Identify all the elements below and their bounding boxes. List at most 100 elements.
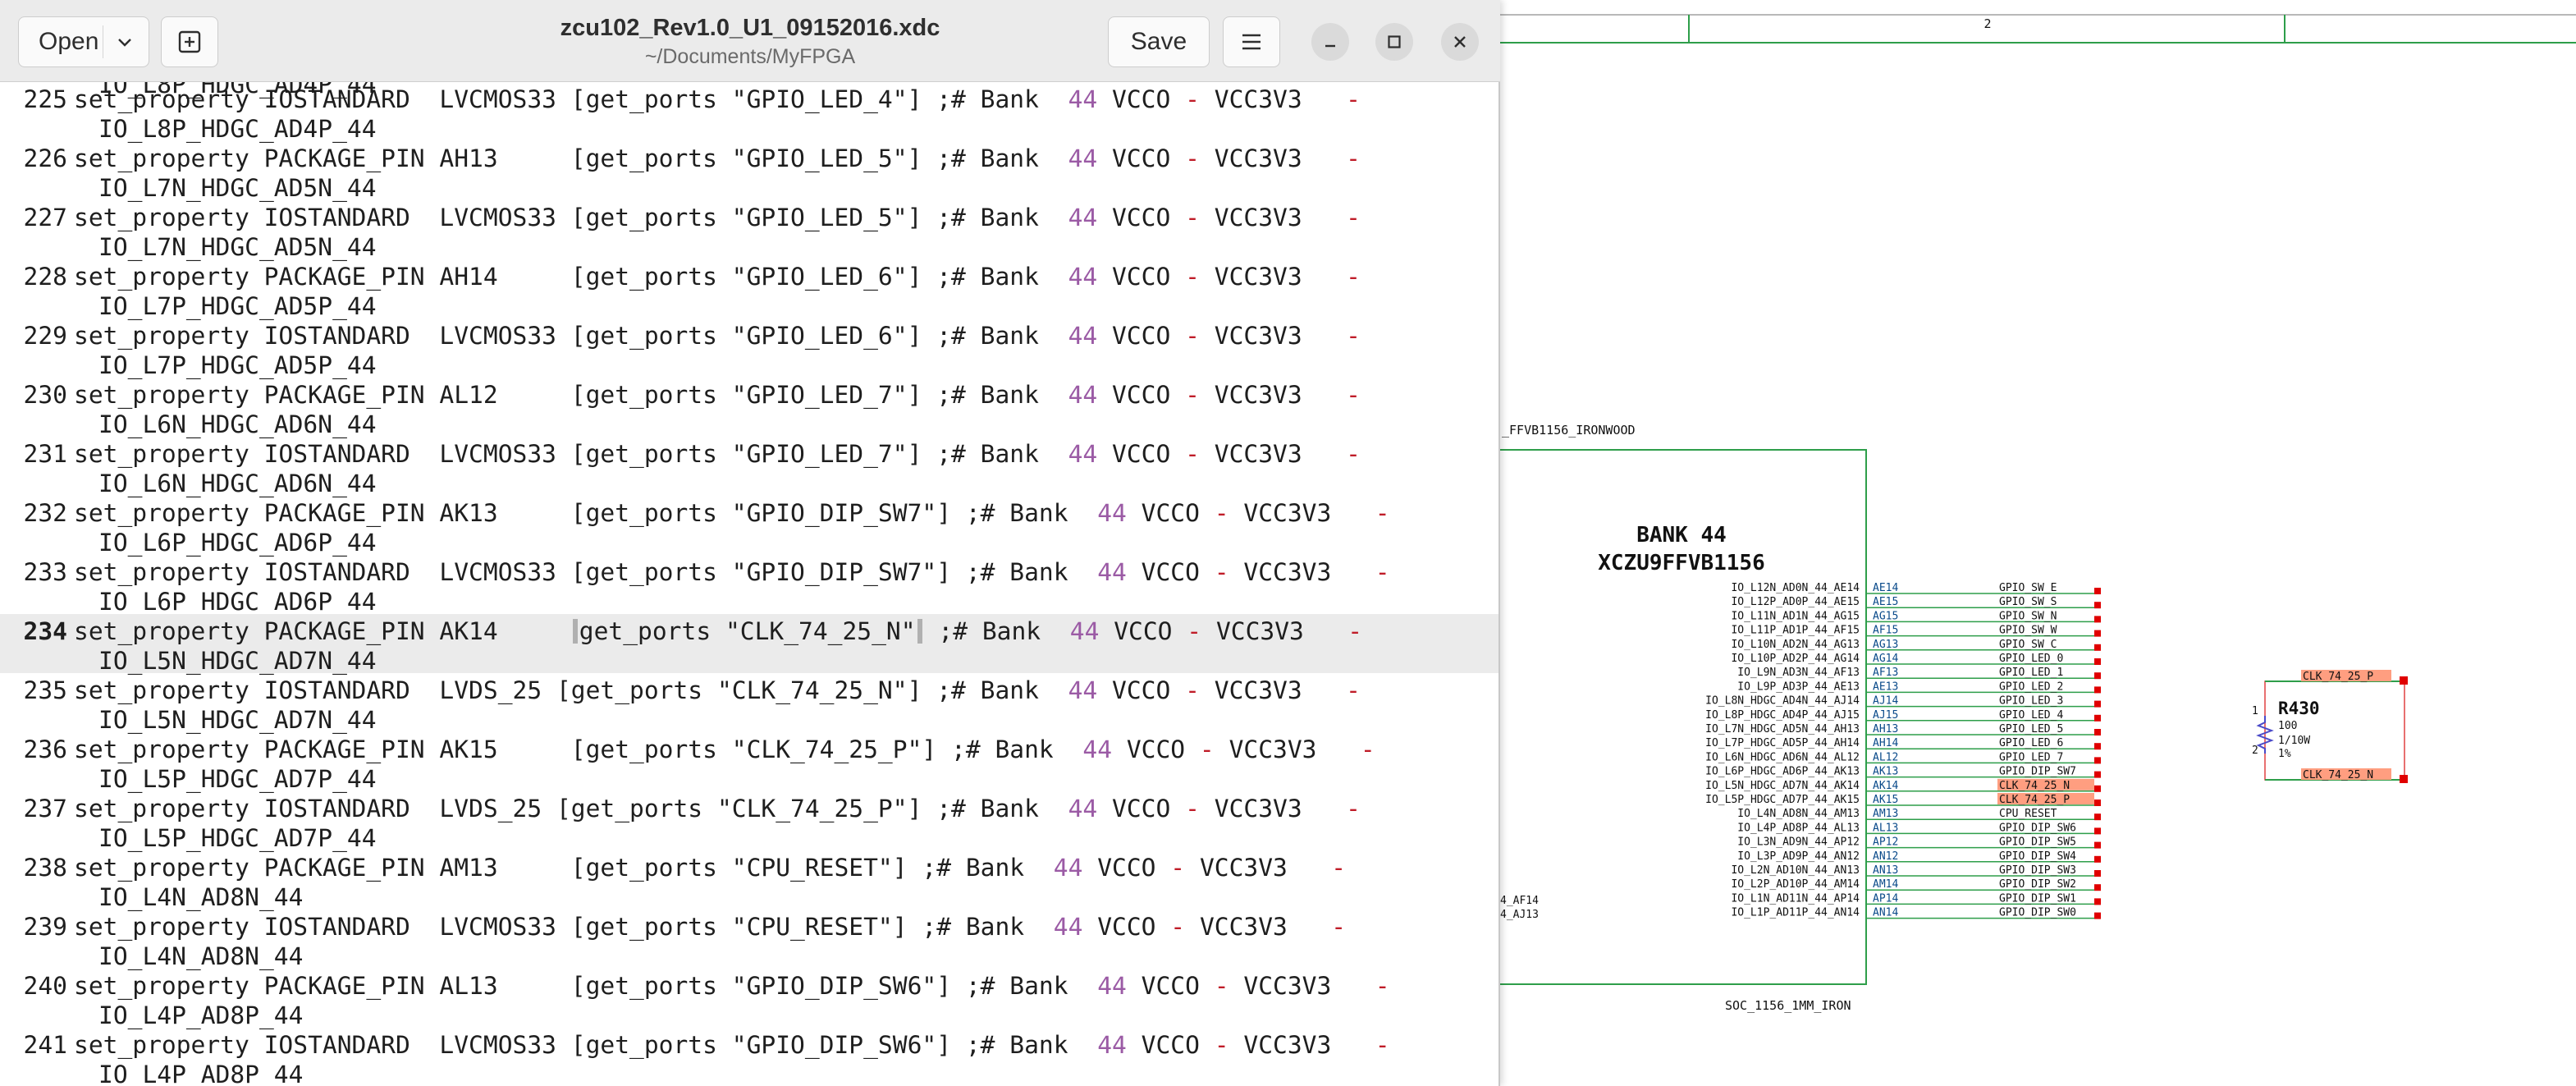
dash-token: - — [1331, 854, 1347, 882]
code-text: set_property PACKAGE_PIN AH13 [get_ports… — [74, 144, 1361, 172]
bank-pin-name: IO_L11N_AD1N_44_AG15 — [1731, 610, 1860, 622]
code-line[interactable]: 231 set_property IOSTANDARD LVCMOS33 [get… — [0, 437, 1498, 497]
net-label[interactable]: GPIO_LED_6 — [1999, 737, 2063, 749]
dash-token: - — [1185, 676, 1200, 704]
net-label[interactable]: GPIO_LED_4 — [1999, 709, 2063, 722]
dash-token: - — [1185, 263, 1200, 291]
dash-token: - — [1185, 204, 1200, 231]
net-label[interactable]: CPU_RESET — [1999, 808, 2057, 820]
code-continuation: IO_L6N_HDGC_AD6N_44 — [98, 410, 377, 438]
code-line[interactable]: 238 set_property PACKAGE_PIN AM13 [get_po… — [0, 850, 1498, 911]
minimize-button[interactable] — [1311, 23, 1349, 61]
bank-pin-ball: AK14 — [1873, 780, 1898, 792]
net-label[interactable]: GPIO_LED_3 — [1999, 695, 2063, 708]
net-label[interactable]: GPIO_SW_N — [1999, 610, 2057, 622]
net-label[interactable]: CLK_74_25_P — [1999, 794, 2070, 806]
net-label[interactable]: GPIO_SW_E — [1999, 582, 2057, 594]
code-line[interactable]: 232 set_property PACKAGE_PIN AK13 [get_po… — [0, 496, 1498, 557]
net-label[interactable]: GPIO_LED_2 — [1999, 680, 2063, 693]
code-segment: set_property PACKAGE_PIN AM13 [get_ports… — [74, 854, 1054, 882]
dash-token: - — [1346, 440, 1361, 468]
code-continuation: IO_L5N_HDGC_AD7N_44 — [98, 647, 377, 675]
dash-token: - — [1375, 972, 1390, 1000]
code-line[interactable]: 241 set_property IOSTANDARD LVCMOS33 [get… — [0, 1028, 1498, 1086]
bank-pin-name: IO_L5N_HDGC_AD7N_44_AK14 — [1705, 780, 1860, 792]
port-marker — [2094, 884, 2101, 891]
code-segment: VCCO — [1097, 381, 1186, 409]
bank-pin-name: IO_L2P_AD10P_44_AM14 — [1731, 878, 1860, 891]
line-number: 231 — [23, 440, 67, 468]
main-menu-button[interactable] — [1223, 16, 1280, 67]
code-line[interactable]: 237 set_property IOSTANDARD LVDS_25 [get_… — [0, 791, 1498, 852]
code-line[interactable]: 234 set_property PACKAGE_PIN AK14 get_por… — [0, 614, 1498, 675]
dash-token: - — [1360, 735, 1375, 763]
net-label[interactable]: GPIO_LED_0 — [1999, 653, 2063, 665]
net-label[interactable]: GPIO_DIP_SW2 — [1999, 878, 2076, 891]
dash-token: - — [1214, 558, 1229, 586]
code-segment: VCCO — [1112, 735, 1200, 763]
code-continuation: IO_L5N_HDGC_AD7N_44 — [98, 706, 377, 734]
code-line[interactable]: 226 set_property PACKAGE_PIN AH13 [get_po… — [0, 141, 1498, 202]
code-text: set_property PACKAGE_PIN AL13 [get_ports… — [74, 972, 1390, 1000]
net-label[interactable]: GPIO_LED_5 — [1999, 723, 2063, 735]
dash-token: - — [1185, 795, 1200, 823]
line-number: 226 — [23, 144, 67, 172]
net-label[interactable]: GPIO_DIP_SW4 — [1999, 850, 2076, 863]
net-label[interactable]: GPIO_DIP_SW6 — [1999, 822, 2076, 834]
save-button[interactable]: Save — [1108, 16, 1210, 67]
net-label[interactable]: GPIO_DIP_SW3 — [1999, 864, 2076, 877]
bank-pin-name: IO_L8N_HDGC_AD4N_44_AJ14 — [1705, 695, 1860, 708]
code-line[interactable]: 229 set_property IOSTANDARD LVCMOS33 [get… — [0, 318, 1498, 379]
code-line[interactable]: 233 set_property IOSTANDARD LVCMOS33 [get… — [0, 555, 1498, 616]
code-line[interactable]: 227 set_property IOSTANDARD LVCMOS33 [get… — [0, 200, 1498, 261]
net-label[interactable]: GPIO_LED_7 — [1999, 751, 2063, 763]
bank-number: 44 — [1068, 204, 1098, 231]
net-label[interactable]: GPIO_SW_C — [1999, 639, 2057, 651]
resistor-tolerance: 1% — [2278, 748, 2291, 760]
code-segment: set_property PACKAGE_PIN AK13 [get_ports… — [74, 499, 1098, 527]
bank-number: 44 — [1053, 913, 1083, 941]
code-text: set_property IOSTANDARD LVCMOS33 [get_po… — [74, 85, 1361, 113]
code-segment: VCCO — [1097, 676, 1186, 704]
code-line[interactable]: 236 set_property PACKAGE_PIN AK15 [get_po… — [0, 732, 1498, 793]
bank-number: 44 — [1069, 617, 1100, 645]
net-label[interactable]: GPIO_LED_1 — [1999, 667, 2063, 679]
bank-part-number: XCZU9FFVB1156 — [1598, 551, 1765, 575]
code-line[interactable]: 240 set_property PACKAGE_PIN AL13 [get_po… — [0, 969, 1498, 1029]
text-editor-area[interactable]: IO_L8P_HDGC_AD4P_44 225 set_property IOST… — [0, 82, 1498, 1086]
resistor-r430[interactable]: CLK_74_25_P CLK_74_25_N 1 2 R430 100 1/1… — [2252, 670, 2408, 783]
bank-pin-name: IO_L8P_HDGC_AD4P_44_AJ15 — [1705, 709, 1860, 722]
net-label[interactable]: GPIO_DIP_SW5 — [1999, 836, 2076, 849]
net-label[interactable]: GPIO_DIP_SW0 — [1999, 907, 2076, 919]
bank-pin-name: IO_L7N_HDGC_AD5N_44_AH13 — [1705, 723, 1860, 735]
line-number: 234 — [23, 617, 67, 645]
resistor-pin-2: 2 — [2252, 745, 2258, 757]
net-label[interactable]: GPIO_SW_W — [1999, 625, 2057, 637]
net-label[interactable]: CLK_74_25_N — [1999, 780, 2070, 792]
bank-pin-name: IO_L9N_AD3N_44_AF13 — [1737, 667, 1860, 679]
resistor-power: 1/10W — [2278, 735, 2310, 747]
dash-token: - — [1187, 617, 1202, 645]
code-text: set_property PACKAGE_PIN AM13 [get_ports… — [74, 854, 1346, 882]
code-continuation: IO_L7P_HDGC_AD5P_44 — [98, 351, 377, 379]
bank-pin-ball: AM14 — [1873, 878, 1898, 891]
code-line[interactable]: 228 set_property PACKAGE_PIN AH14 [get_po… — [0, 259, 1498, 320]
code-continuation: IO_L8P_HDGC_AD4P_44 — [98, 115, 377, 143]
code-line[interactable]: 225 set_property IOSTANDARD LVCMOS33 [get… — [0, 82, 1498, 143]
code-line[interactable]: 235 set_property IOSTANDARD LVDS_25 [get_… — [0, 673, 1498, 734]
net-label[interactable]: GPIO_DIP_SW7 — [1999, 766, 2076, 778]
dash-token: - — [1375, 499, 1390, 527]
net-label[interactable]: GPIO_DIP_SW1 — [1999, 892, 2076, 905]
dash-token: - — [1185, 381, 1200, 409]
dash-token: - — [1214, 499, 1229, 527]
code-continuation: IO_L7N_HDGC_AD5N_44 — [98, 174, 377, 202]
code-line[interactable]: 230 set_property PACKAGE_PIN AL12 [get_po… — [0, 378, 1498, 438]
dash-token: - — [1346, 381, 1361, 409]
code-line[interactable]: 239 set_property IOSTANDARD LVCMOS33 [get… — [0, 910, 1498, 970]
bank-number: 44 — [1097, 558, 1127, 586]
net-label[interactable]: GPIO_SW_S — [1999, 596, 2057, 608]
port-marker — [2094, 898, 2101, 905]
close-button[interactable] — [1441, 23, 1479, 61]
bank-pin-ball: AG14 — [1873, 653, 1898, 665]
maximize-button[interactable] — [1375, 23, 1413, 61]
